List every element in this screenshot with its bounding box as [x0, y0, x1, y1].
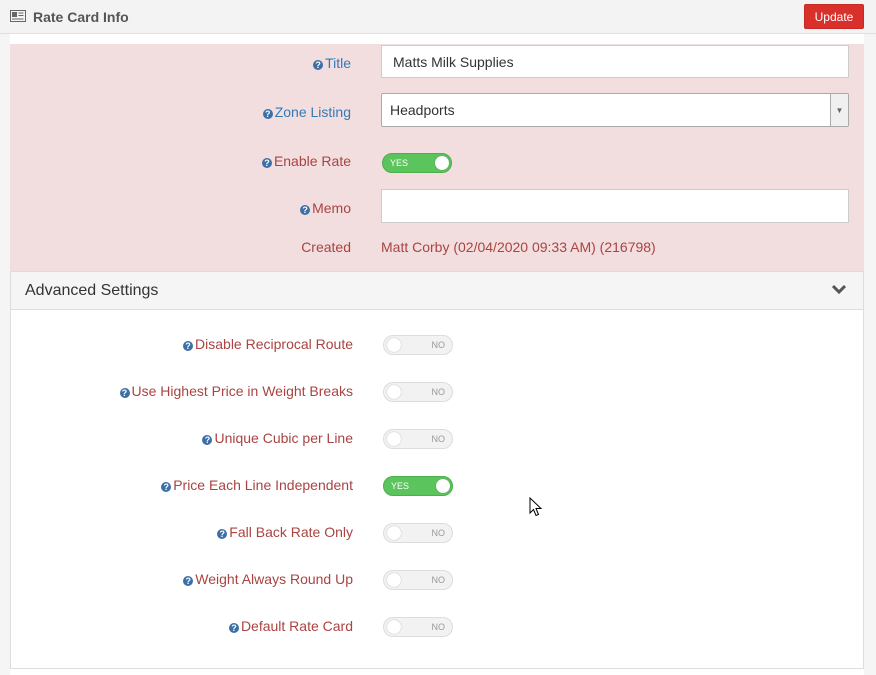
advanced-setting-label: ? Disable Reciprocal Route: [60, 336, 353, 352]
toggle-state-label: YES: [391, 481, 410, 491]
mouse-cursor-icon: [529, 497, 543, 517]
advanced-setting-label: ? Fall Back Rate Only: [60, 524, 353, 540]
created-label: Created: [301, 239, 351, 255]
toggle-knob: [387, 573, 401, 587]
toggle-state-label: NO: [431, 340, 446, 350]
help-icon[interactable]: ?: [300, 205, 311, 215]
advanced-setting-toggle[interactable]: NO: [383, 429, 453, 449]
help-icon[interactable]: ?: [262, 109, 273, 119]
chevron-down-icon[interactable]: [831, 283, 847, 295]
enable-rate-label: ? Enable Rate: [150, 153, 351, 169]
help-icon[interactable]: ?: [228, 623, 239, 633]
toggle-state-label: YES: [390, 158, 409, 168]
update-button[interactable]: Update: [804, 4, 864, 29]
advanced-settings-title: Advanced Settings: [25, 282, 159, 299]
toggle-knob: [436, 479, 450, 493]
title-input[interactable]: Matts Milk Supplies: [381, 45, 849, 78]
advanced-setting-toggle[interactable]: NO: [383, 335, 453, 355]
panel-title: Rate Card Info: [33, 9, 129, 25]
advanced-setting-toggle[interactable]: NO: [383, 617, 453, 637]
enable-rate-toggle[interactable]: YES: [382, 153, 452, 173]
dropdown-arrow-icon[interactable]: ▼: [830, 94, 848, 126]
panel-header: Rate Card Info Update: [0, 0, 876, 34]
help-icon[interactable]: ?: [161, 482, 172, 492]
help-icon[interactable]: ?: [261, 158, 272, 168]
toggle-knob: [435, 156, 449, 170]
help-icon[interactable]: ?: [183, 576, 194, 586]
toggle-knob: [387, 385, 401, 399]
help-icon[interactable]: ?: [217, 529, 228, 539]
zone-listing-label: ? Zone Listing: [150, 104, 351, 120]
help-icon[interactable]: ?: [313, 60, 324, 70]
advanced-setting-toggle[interactable]: NO: [383, 382, 453, 402]
advanced-setting-toggle[interactable]: YES: [383, 476, 453, 496]
help-icon[interactable]: ?: [202, 435, 213, 445]
toggle-knob: [387, 526, 401, 540]
toggle-state-label: NO: [431, 575, 446, 585]
toggle-state-label: NO: [431, 434, 446, 444]
advanced-setting-label: ? Unique Cubic per Line: [60, 430, 353, 446]
toggle-state-label: NO: [431, 622, 446, 632]
advanced-setting-label: ? Use Highest Price in Weight Breaks: [60, 383, 353, 399]
memo-input[interactable]: [381, 189, 849, 223]
advanced-settings-panel: Advanced Settings: [10, 271, 864, 669]
frame-left-border: [0, 34, 10, 675]
title-label: ? Title: [150, 55, 351, 71]
zone-listing-value: Headports: [390, 102, 455, 118]
toggle-knob: [387, 620, 401, 634]
toggle-state-label: NO: [431, 387, 446, 397]
advanced-setting-label: ? Price Each Line Independent: [60, 477, 353, 493]
help-icon[interactable]: ?: [183, 341, 194, 351]
advanced-setting-label: ? Default Rate Card: [60, 618, 353, 634]
advanced-settings-header[interactable]: Advanced Settings: [11, 272, 863, 310]
id-card-icon: [10, 10, 26, 22]
advanced-setting-label: ? Weight Always Round Up: [60, 571, 353, 587]
toggle-knob: [387, 432, 401, 446]
toggle-knob: [387, 338, 401, 352]
memo-label: ? Memo: [150, 200, 351, 216]
toggle-state-label: NO: [431, 528, 446, 538]
advanced-setting-toggle[interactable]: NO: [383, 570, 453, 590]
created-value: Matt Corby (02/04/2020 09:33 AM) (216798…: [381, 239, 656, 255]
zone-listing-select[interactable]: Headports ▼: [381, 93, 849, 127]
frame-right-border: [864, 34, 876, 675]
advanced-setting-toggle[interactable]: NO: [383, 523, 453, 543]
help-icon[interactable]: ?: [119, 388, 130, 398]
